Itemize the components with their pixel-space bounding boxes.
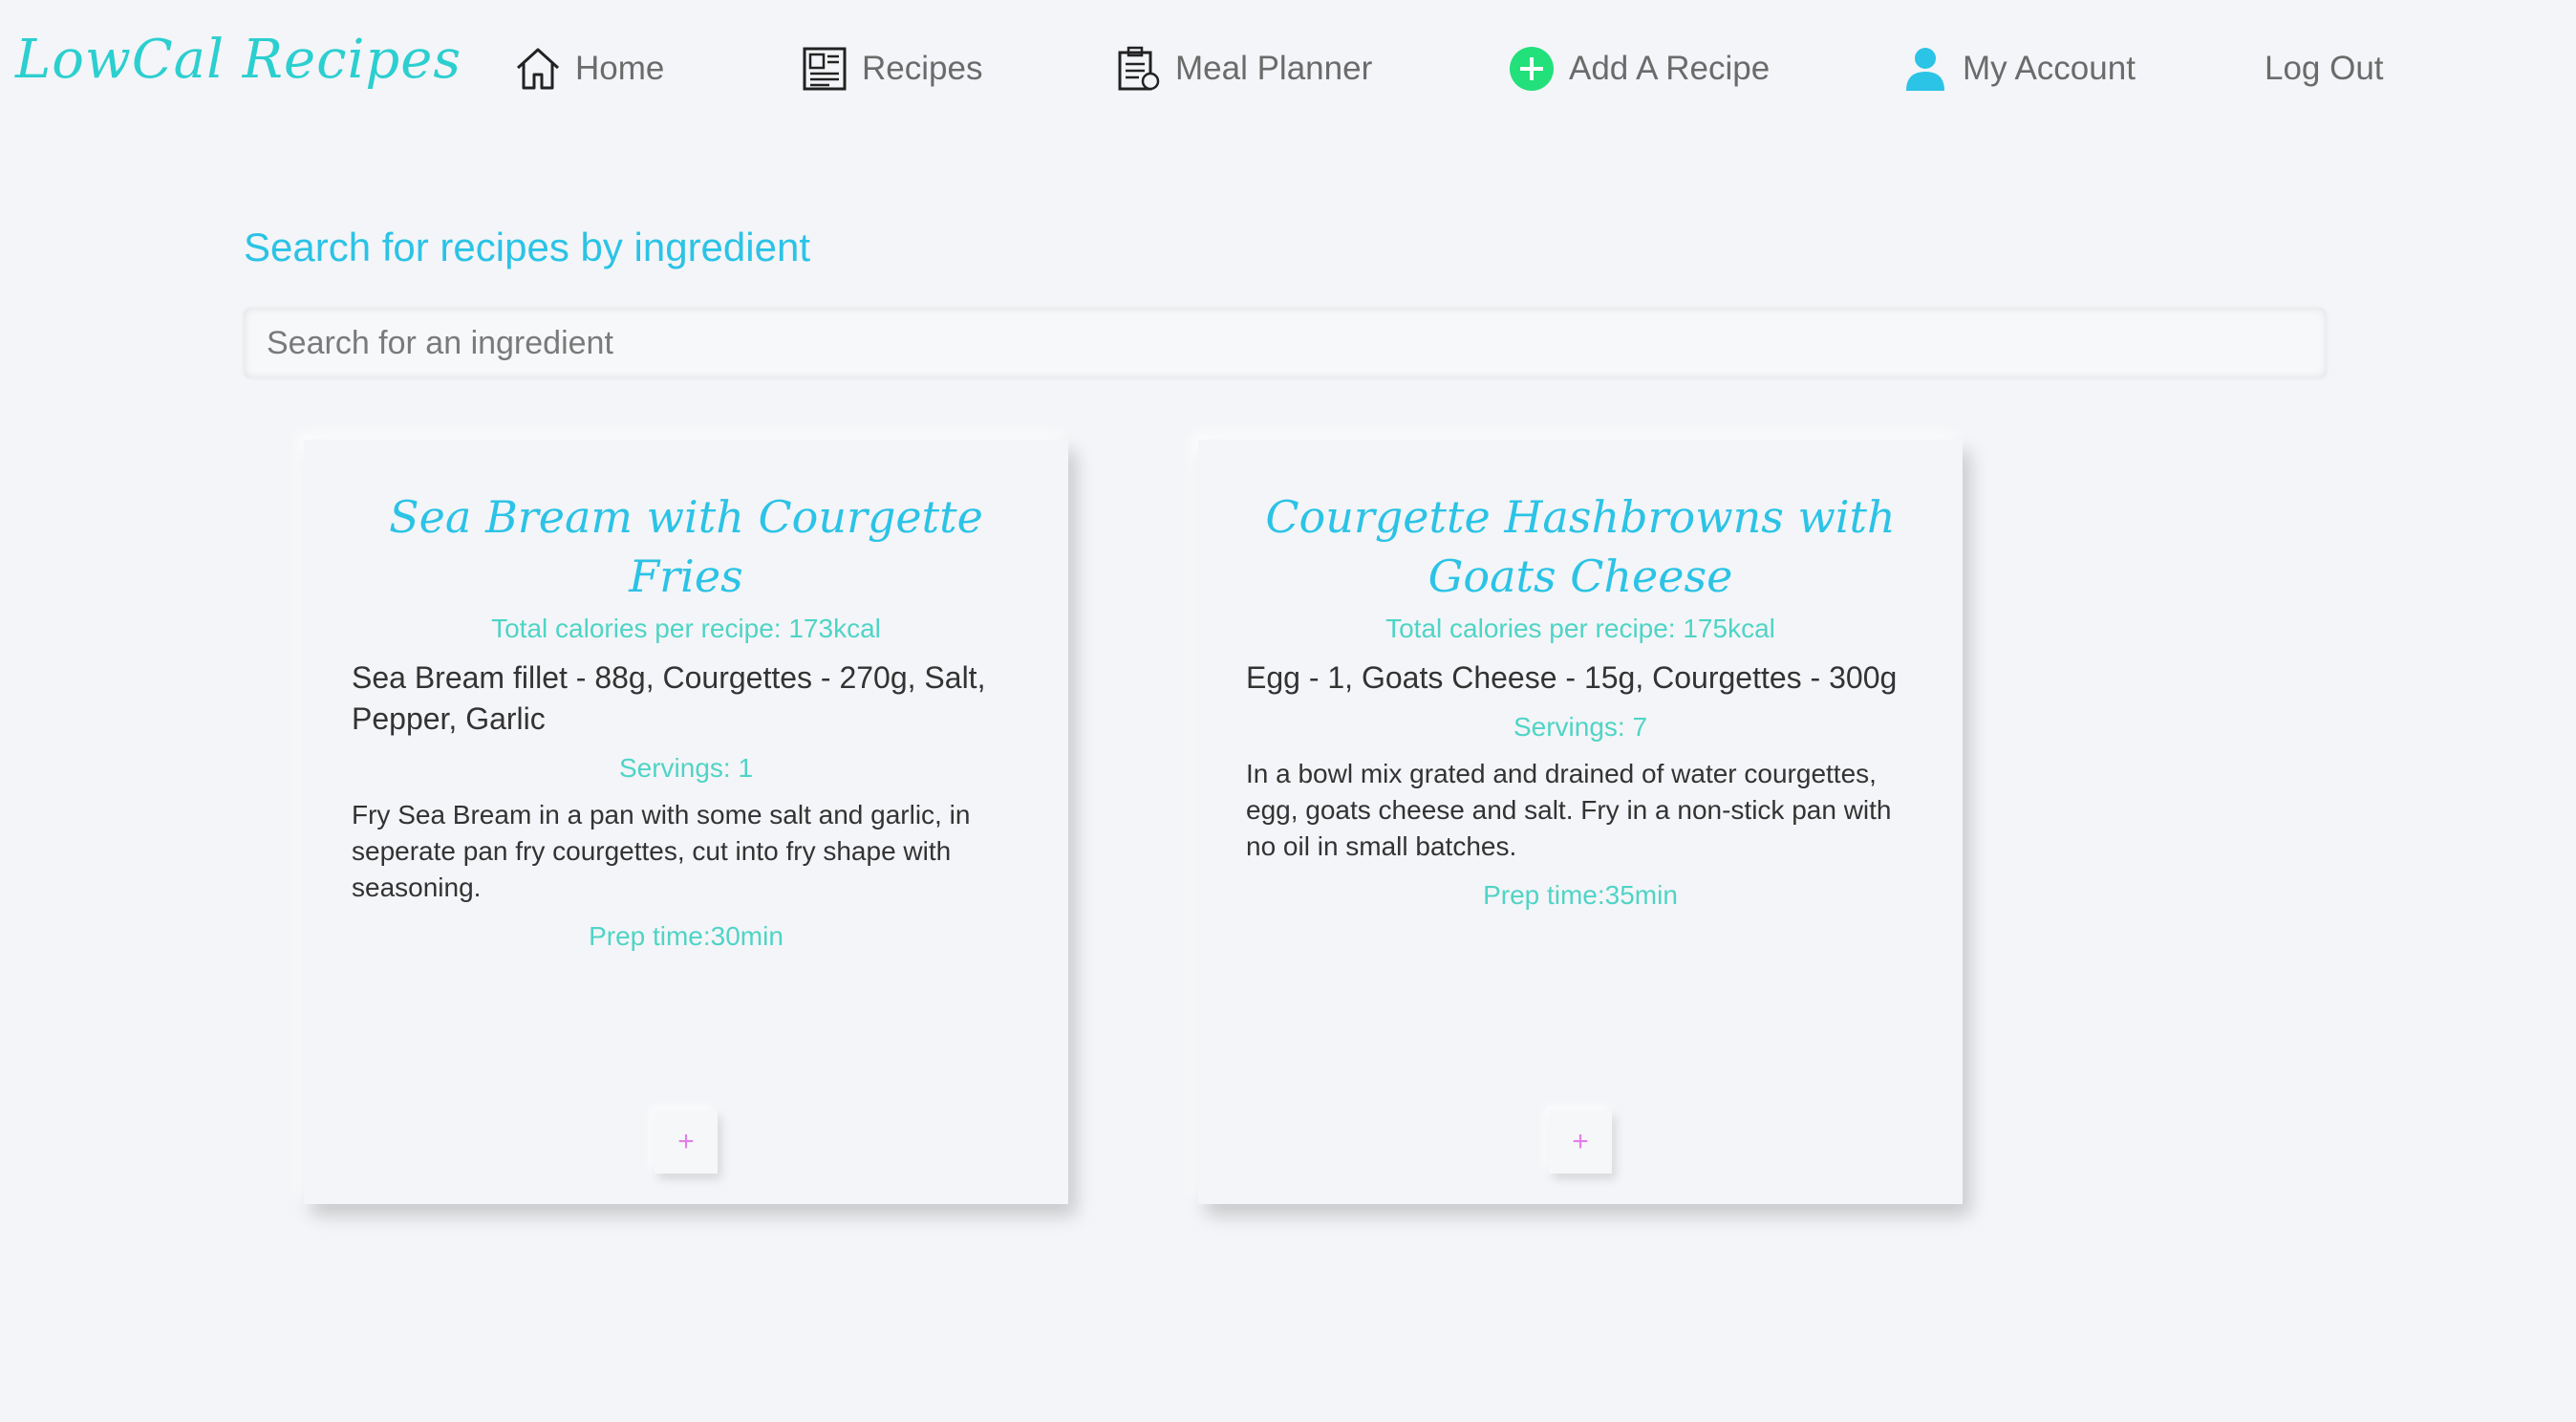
site-logo[interactable]: LowCal Recipes [15, 29, 462, 91]
recipe-calories: Total calories per recipe: 175kcal [1385, 614, 1775, 643]
recipe-method: In a bowl mix grated and drained of wate… [1246, 759, 1892, 861]
nav-log-out-label: Log Out [2265, 50, 2384, 87]
home-icon [514, 45, 562, 93]
add-to-planner-button[interactable]: + [655, 1110, 718, 1174]
recipe-servings: Servings: 7 [1513, 712, 1648, 742]
nav-my-account-label: My Account [1963, 50, 2136, 87]
recipe-card: Courgette Hashbrowns with Goats Cheese T… [1198, 440, 1963, 1204]
recipe-ingredients: Sea Bream fillet - 88g, Courgettes - 270… [352, 660, 986, 736]
nav-meal-planner-label: Meal Planner [1175, 50, 1373, 87]
recipe-servings: Servings: 1 [618, 753, 754, 783]
nav-add-recipe[interactable]: Add A Recipe [1508, 38, 1770, 99]
nav-meal-planner[interactable]: Meal Planner [1114, 38, 1372, 99]
nav-add-recipe-label: Add A Recipe [1569, 50, 1771, 87]
recipe-method: Fry Sea Bream in a pan with some salt an… [352, 800, 971, 902]
recipe-calories: Total calories per recipe: 173kcal [491, 614, 881, 643]
nav-recipes-label: Recipes [862, 50, 983, 87]
nav-recipes[interactable]: Recipes [801, 38, 982, 99]
recipe-title: Sea Bream with Courgette Fries [389, 491, 983, 602]
recipe-prep-time: Prep time:35min [1483, 880, 1678, 910]
nav-log-out[interactable]: Log Out [2265, 38, 2384, 99]
nav-my-account[interactable]: My Account [1901, 38, 2136, 99]
add-circle-icon [1508, 45, 1556, 93]
recipe-card: Sea Bream with Courgette Fries Total cal… [304, 440, 1068, 1204]
add-to-planner-button[interactable]: + [1549, 1110, 1612, 1174]
ingredient-search-input[interactable] [244, 308, 2327, 378]
nav-home-label: Home [575, 50, 665, 87]
nav-home[interactable]: Home [514, 38, 664, 99]
clipboard-icon [1114, 45, 1162, 93]
recipe-prep-time: Prep time:30min [589, 921, 784, 951]
recipe-book-icon [801, 45, 848, 93]
search-title: Search for recipes by ingredient [244, 225, 810, 269]
user-icon [1901, 45, 1949, 93]
recipe-ingredients: Egg - 1, Goats Cheese - 15g, Courgettes … [1246, 660, 1898, 695]
recipe-title: Courgette Hashbrowns with Goats Cheese [1265, 491, 1896, 602]
